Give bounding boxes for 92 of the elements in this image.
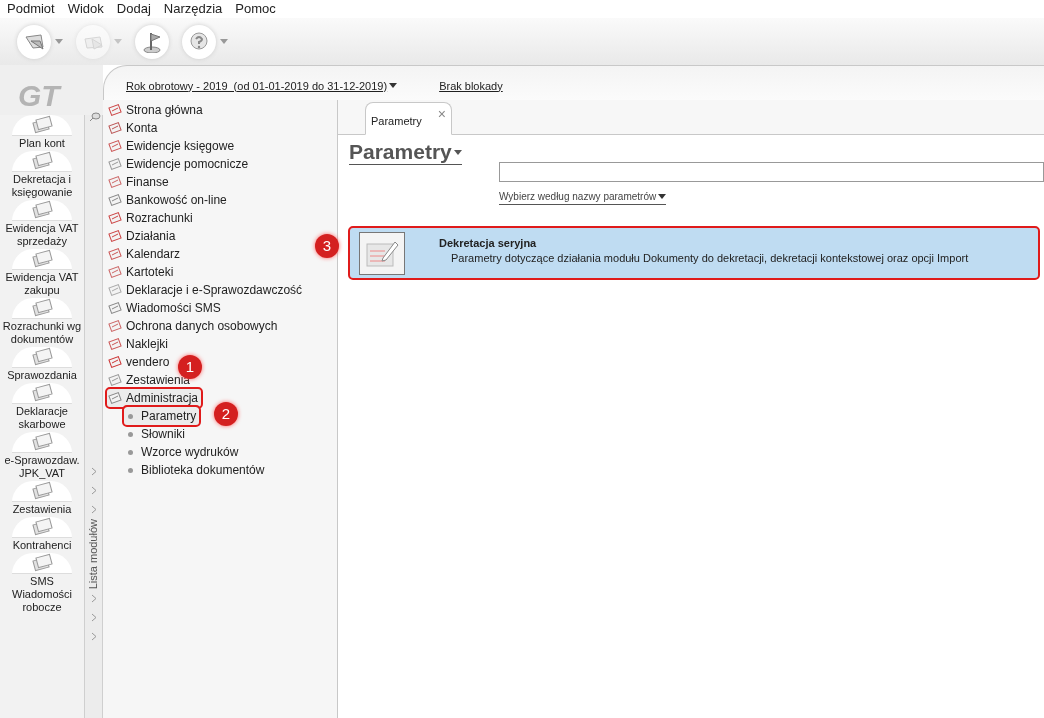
module-icon bbox=[108, 175, 122, 189]
chevron-icon bbox=[90, 505, 97, 514]
bullet-icon bbox=[128, 413, 133, 419]
close-button[interactable]: × bbox=[437, 109, 446, 119]
papers-icon bbox=[31, 347, 53, 367]
tree-item[interactable]: Słowniki bbox=[124, 425, 188, 443]
tree-item[interactable]: Kartoteki bbox=[107, 263, 177, 281]
tree-item[interactable]: Finanse bbox=[107, 173, 172, 191]
module-icon bbox=[108, 211, 122, 225]
module-icon bbox=[108, 319, 122, 333]
caret-icon bbox=[453, 149, 462, 155]
parameter-description: Parametry dotyczące działania modułu Dokumenty do dekretacji, dekretacji kontekstowej oraz opcji Import bbox=[450, 251, 969, 266]
module-button[interactable]: Deklaracje skarbowe bbox=[0, 383, 84, 431]
module-button[interactable]: Kontrahenci bbox=[0, 517, 84, 552]
logo: GT bbox=[17, 78, 63, 114]
tree-item[interactable]: Wzorce wydruków bbox=[124, 443, 242, 461]
tree-item[interactable]: Działania bbox=[107, 227, 179, 245]
bullet-icon bbox=[128, 431, 133, 437]
tree-item[interactable]: Wiadomości SMS bbox=[107, 299, 224, 317]
module-button[interactable]: Dekretacja i księgowanie bbox=[0, 151, 84, 199]
module-icon bbox=[108, 355, 122, 369]
tree-item[interactable]: Strona główna bbox=[107, 101, 206, 119]
parameter-title: Dekretacja seryjna bbox=[439, 236, 538, 251]
module-icon bbox=[108, 391, 122, 405]
tree-item[interactable]: Konta bbox=[107, 119, 161, 137]
pin-icon bbox=[89, 112, 101, 122]
caret-icon bbox=[220, 39, 228, 44]
papers-icon bbox=[31, 200, 53, 220]
module-icon bbox=[108, 373, 122, 387]
module-icon bbox=[108, 121, 122, 135]
tree-item[interactable]: Deklaracje i e-Sprawozdawczość bbox=[107, 281, 306, 299]
bullet-icon bbox=[128, 449, 133, 455]
caret-icon bbox=[658, 194, 667, 199]
module-button[interactable]: Ewidencja VAT sprzedaży bbox=[0, 200, 84, 248]
caret-icon bbox=[114, 39, 122, 44]
module-button[interactable]: Ewidencja VAT zakupu bbox=[0, 249, 84, 297]
module-icon bbox=[108, 337, 122, 351]
tree-item[interactable]: Naklejki bbox=[107, 335, 171, 353]
tree-item[interactable]: Bankowość on-line bbox=[107, 191, 230, 209]
tree-item[interactable]: Ochrona danych osobowych bbox=[107, 317, 281, 335]
menu-item[interactable]: Narzędzia bbox=[163, 0, 223, 19]
module-button[interactable]: Plan kont bbox=[0, 115, 84, 150]
lock-status-link[interactable]: Brak blokady bbox=[439, 77, 503, 94]
help-icon bbox=[188, 30, 210, 53]
module-button[interactable]: SMS Wiadomości robocze bbox=[0, 553, 84, 614]
menu-item[interactable]: Dodaj bbox=[116, 0, 151, 19]
module-icon bbox=[108, 283, 122, 297]
page-title[interactable]: Parametry bbox=[349, 140, 462, 165]
chevron-icon bbox=[90, 467, 97, 476]
tree-item[interactable]: Kalendarz bbox=[107, 245, 184, 263]
papers-icon bbox=[31, 432, 53, 452]
papers-icon bbox=[31, 298, 53, 318]
module-icon bbox=[108, 193, 122, 207]
flag-icon bbox=[141, 30, 163, 53]
tree-item[interactable]: Biblioteka dokumentów bbox=[124, 461, 268, 479]
tree-item[interactable]: Rozrachunki bbox=[107, 209, 196, 227]
module-icon bbox=[108, 229, 122, 243]
tree-item[interactable]: Ewidencje księgowe bbox=[107, 137, 238, 155]
module-button[interactable]: Zestawienia bbox=[0, 481, 84, 516]
menu-item[interactable]: Widok bbox=[67, 0, 104, 19]
filter-link[interactable]: Wybierz według nazwy parametrów bbox=[499, 189, 667, 205]
chevron-icon bbox=[90, 486, 97, 495]
tree-item[interactable]: Administracja bbox=[107, 389, 202, 407]
module-icon bbox=[108, 265, 122, 279]
module-button[interactable]: Rozrachunki wg dokumentów bbox=[0, 298, 84, 346]
tab[interactable]: Parametry × bbox=[365, 102, 452, 135]
caret-icon bbox=[389, 83, 398, 89]
menu-item[interactable]: Podmiot bbox=[7, 0, 55, 19]
module-icon bbox=[108, 103, 122, 117]
year-selector[interactable]: Rok obrotowy - 2019 (od 01-01-2019 do 31-12-2019) bbox=[126, 77, 398, 94]
menu-item[interactable]: Pomoc bbox=[235, 0, 276, 19]
papers-icon bbox=[31, 151, 53, 171]
papers-icon bbox=[31, 115, 53, 135]
module-icon bbox=[108, 247, 122, 261]
caret-icon bbox=[55, 39, 63, 44]
tree-item[interactable]: vendero bbox=[107, 353, 173, 371]
side-panel-label[interactable]: Lista modułów bbox=[85, 519, 102, 590]
papers-icon bbox=[31, 517, 53, 537]
tree-item[interactable]: Ewidencje pomocnicze bbox=[107, 155, 252, 173]
parameter-card[interactable]: Dekretacja seryjna Parametry dotyczące działania modułu Dokumenty do dekretacji, dekretacji kontekstowej oraz opcji Import bbox=[348, 226, 1040, 280]
search-field[interactable] bbox=[499, 162, 1044, 182]
module-button[interactable]: e-Sprawozdaw. JPK_VAT bbox=[0, 432, 84, 480]
papers-icon bbox=[31, 249, 53, 269]
tree-item[interactable]: Parametry bbox=[124, 407, 200, 425]
papers-icon bbox=[31, 383, 53, 403]
bullet-icon bbox=[128, 467, 133, 473]
papers-icon bbox=[31, 481, 53, 501]
module-icon bbox=[108, 157, 122, 171]
module-icon bbox=[108, 139, 122, 153]
module-icon bbox=[108, 301, 122, 315]
papers-icon bbox=[31, 553, 53, 573]
module-button[interactable]: Sprawozdania bbox=[0, 347, 84, 382]
